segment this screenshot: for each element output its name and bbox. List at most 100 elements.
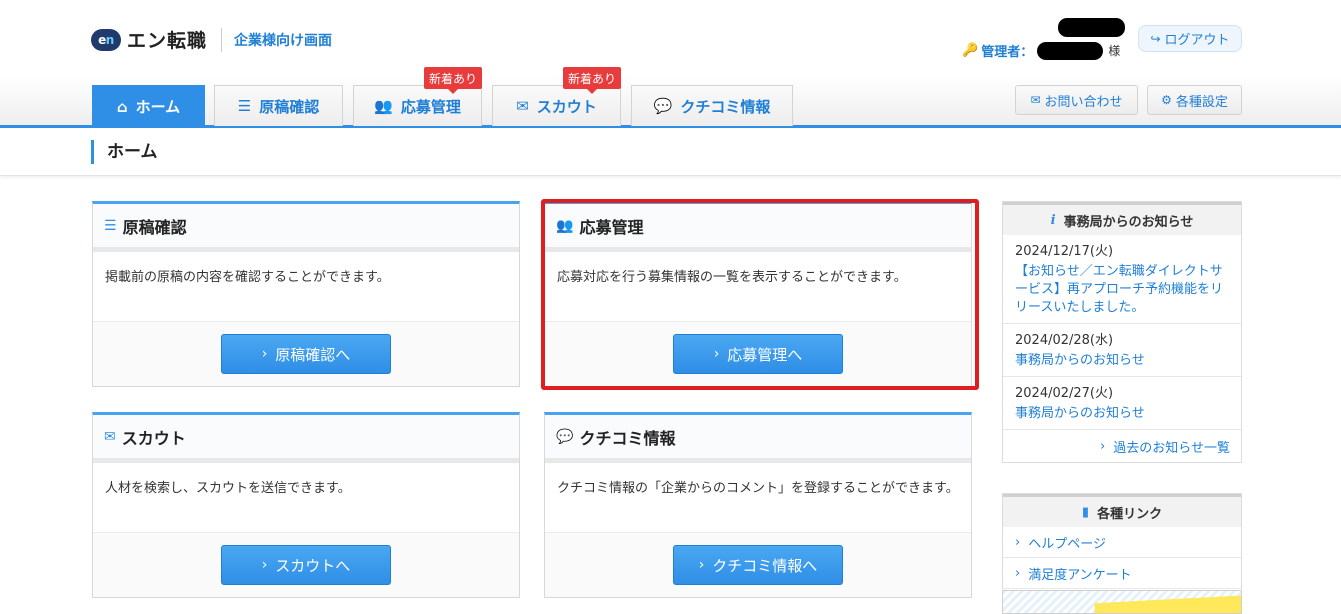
news-link[interactable]: 事務局からのお知らせ: [1015, 352, 1229, 370]
tab-manuscript-check[interactable]: ☰ 原稿確認: [214, 85, 343, 126]
logo-text: エン転職: [127, 30, 208, 52]
news-heading-label: 事務局からのお知らせ: [1063, 214, 1194, 230]
promo-banner[interactable]: [1002, 590, 1242, 614]
card-footer: › 原稿確認へ: [93, 322, 519, 386]
application-management-button[interactable]: › 応募管理へ: [673, 334, 843, 374]
tab-home[interactable]: ⌂ ホーム: [92, 85, 205, 127]
chevron-right-icon: ›: [261, 346, 268, 362]
settings-button[interactable]: ⚙ 各種設定: [1147, 85, 1242, 115]
book-icon: ▮: [1081, 504, 1090, 520]
home-icon: ⌂: [116, 97, 128, 116]
settings-label: 各種設定: [1175, 94, 1228, 110]
header: en エン転職 企業様向け画面 🔑 管理者： 様 ↪ ログアウト: [0, 0, 1341, 76]
satisfaction-survey-link[interactable]: › 満足度アンケート: [1003, 558, 1241, 589]
tab-application-management[interactable]: 👥 応募管理: [353, 85, 482, 126]
news-date: 2024/12/17(火): [1015, 244, 1114, 259]
chevron-right-icon: ›: [261, 557, 268, 573]
logout-button[interactable]: ↪ ログアウト: [1138, 25, 1242, 52]
redacted-admin-name: [1037, 41, 1104, 60]
logo-badge-e: e: [98, 32, 106, 47]
link-label: ヘルプページ: [1028, 536, 1106, 552]
admin-honorific: 様: [1108, 44, 1121, 58]
button-label: スカウトへ: [275, 556, 351, 575]
card-header: 💬 クチコミ情報: [545, 415, 971, 463]
card-footer: › 応募管理へ: [545, 322, 971, 386]
card-title: 応募管理: [579, 217, 644, 237]
news-link[interactable]: 事務局からのお知らせ: [1015, 405, 1229, 423]
page-title-bar: ホーム: [0, 128, 1341, 176]
chevron-right-icon: ›: [713, 346, 720, 362]
tab-label: 応募管理: [400, 97, 461, 116]
page-title: ホーム: [91, 140, 158, 164]
button-label: 原稿確認へ: [275, 345, 351, 364]
logout-icon: ↪: [1150, 31, 1161, 46]
link-label: 満足度アンケート: [1028, 567, 1132, 583]
global-nav: ⌂ ホーム ☰ 原稿確認 👥 応募管理 新着あり ✉ スカウト 新着あり 💬 ク…: [0, 67, 1341, 128]
tab-label: スカウト: [536, 97, 597, 116]
stack-icon: ☰: [237, 97, 252, 115]
tab-label: クチコミ情報: [680, 97, 771, 116]
card-description: 応募対応を行う募集情報の一覧を表示することができます。: [545, 252, 971, 322]
help-page-link[interactable]: › ヘルプページ: [1003, 527, 1241, 558]
past-news-label: 過去のお知らせ一覧: [1113, 440, 1230, 456]
card-reviews: 💬 クチコミ情報 クチコミ情報の「企業からのコメント」を登録することができます。…: [544, 412, 972, 598]
logo-subtitle: 企業様向け画面: [234, 32, 333, 49]
card-description: 掲載前の原稿の内容を確認することができます。: [93, 252, 519, 322]
stack-icon: ☰: [104, 217, 117, 234]
chevron-right-icon: ›: [1100, 438, 1106, 454]
card-manuscript-check: ☰ 原稿確認 掲載前の原稿の内容を確認することができます。 › 原稿確認へ: [92, 201, 520, 387]
contact-label: お問い合わせ: [1044, 94, 1123, 110]
chat-icon: 💬: [653, 97, 673, 115]
news-item: 2024/12/17(火) 【お知らせ／エン転職ダイレクトサービス】再アプローチ…: [1003, 235, 1241, 324]
new-badge-applications: 新着あり: [424, 67, 483, 94]
news-date: 2024/02/27(火): [1015, 386, 1114, 401]
en-logo-badge: en: [91, 28, 121, 51]
card-title: クチコミ情報: [579, 428, 676, 448]
news-date: 2024/02/28(水): [1015, 333, 1114, 348]
tab-reviews[interactable]: 💬 クチコミ情報: [631, 85, 793, 126]
chat-icon: 💬: [556, 428, 574, 445]
news-item: 2024/02/28(水) 事務局からのお知らせ: [1003, 324, 1241, 377]
new-badge-scout: 新着あり: [563, 67, 622, 94]
gear-icon: ⚙: [1161, 93, 1172, 107]
past-news-link[interactable]: › 過去のお知らせ一覧: [1003, 430, 1241, 462]
card-description: クチコミ情報の「企業からのコメント」を登録することができます。: [545, 463, 971, 533]
users-icon: 👥: [374, 97, 393, 115]
contact-button[interactable]: ✉ お問い合わせ: [1015, 85, 1138, 115]
news-heading: i 事務局からのお知らせ: [1003, 202, 1241, 235]
news-item: 2024/02/27(火) 事務局からのお知らせ: [1003, 377, 1241, 430]
logout-label: ログアウト: [1164, 33, 1230, 48]
chevron-right-icon: ›: [1015, 534, 1021, 550]
reviews-button[interactable]: › クチコミ情報へ: [673, 545, 843, 585]
card-title: 原稿確認: [122, 217, 187, 237]
card-header: ✉ スカウト: [93, 415, 519, 463]
admin-label: 管理者：: [981, 45, 1034, 60]
card-footer: › クチコミ情報へ: [545, 533, 971, 597]
redacted-company-name: [1058, 18, 1125, 37]
card-application-management: 👥 応募管理 応募対応を行う募集情報の一覧を表示することができます。 › 応募管…: [544, 201, 972, 387]
card-scout: ✉ スカウト 人材を検索し、スカウトを送信できます。 › スカウトへ: [92, 412, 520, 598]
tab-label: ホーム: [135, 98, 181, 116]
card-header: ☰ 原稿確認: [93, 204, 519, 252]
links-panel: ▮ 各種リンク › ヘルプページ › 満足度アンケート: [1002, 493, 1242, 589]
manuscript-check-button[interactable]: › 原稿確認へ: [221, 334, 391, 374]
tab-scout[interactable]: ✉ スカウト: [492, 85, 621, 126]
news-link[interactable]: 【お知らせ／エン転職ダイレクトサービス】再アプローチ予約機能をリリースいたしまし…: [1015, 263, 1229, 317]
news-panel: i 事務局からのお知らせ 2024/12/17(火) 【お知らせ／エン転職ダイレ…: [1002, 201, 1242, 463]
links-heading-label: 各種リンク: [1097, 506, 1163, 522]
scout-button[interactable]: › スカウトへ: [221, 545, 391, 585]
links-heading: ▮ 各種リンク: [1003, 494, 1241, 527]
banner-graphic: [1094, 594, 1241, 613]
chevron-right-icon: ›: [698, 557, 705, 573]
users-icon: 👥: [556, 217, 574, 234]
card-description: 人材を検索し、スカウトを送信できます。: [93, 463, 519, 533]
en-tenshoku-logo[interactable]: en エン転職 企業様向け画面: [91, 26, 332, 53]
mail-icon: ✉: [104, 428, 116, 445]
tab-label: 原稿確認: [259, 97, 320, 116]
button-label: 応募管理へ: [727, 345, 803, 364]
card-footer: › スカウトへ: [93, 533, 519, 597]
admin-info: 🔑 管理者： 様: [962, 41, 1120, 60]
button-label: クチコミ情報へ: [712, 556, 818, 575]
info-icon: i: [1050, 212, 1056, 228]
card-title: スカウト: [121, 428, 186, 448]
